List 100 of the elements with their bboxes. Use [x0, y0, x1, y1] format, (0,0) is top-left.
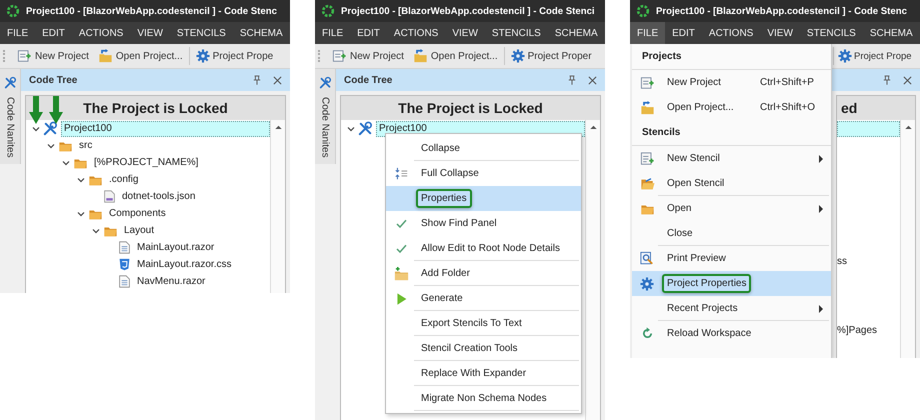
document-icon — [118, 274, 131, 289]
tree-node[interactable]: [%PROJECT_NAME%] — [91, 154, 202, 170]
menu-item[interactable]: STENCILS — [170, 22, 233, 44]
menu-item[interactable]: VIEW — [445, 22, 485, 44]
chevron-icon[interactable] — [47, 142, 55, 150]
tree-node[interactable]: .config — [106, 172, 142, 188]
menu-item[interactable]: Open — [632, 196, 831, 221]
menu-item[interactable]: Print Preview — [632, 246, 831, 271]
document-icon — [118, 240, 131, 255]
scroll-up-icon[interactable] — [590, 125, 596, 129]
toolbar-button[interactable]: New Project — [14, 47, 92, 65]
menu-item[interactable]: EDIT — [350, 22, 387, 44]
scrollbar[interactable] — [585, 120, 600, 420]
menu-section-header: Stencils — [632, 120, 831, 146]
pin-icon[interactable] — [253, 75, 261, 85]
new-document-icon — [17, 49, 32, 63]
scroll-up-icon[interactable] — [904, 125, 912, 129]
css-file-icon — [118, 257, 131, 272]
add-folder-icon — [394, 266, 408, 281]
menu-item[interactable]: FILE — [315, 22, 350, 44]
menu-item[interactable]: Show Find Panel — [386, 211, 581, 236]
locked-banner: ed — [837, 96, 915, 120]
menu-item[interactable]: Properties — [386, 186, 581, 211]
chevron-icon[interactable] — [32, 124, 40, 132]
menu-item[interactable]: ACTIONS — [72, 22, 130, 44]
chevron-icon[interactable] — [92, 226, 100, 234]
refresh-icon — [640, 327, 654, 340]
collapse-all-icon — [394, 167, 408, 180]
tree-node[interactable]: MainLayout.razor — [134, 240, 218, 256]
menu-item[interactable]: ACTIONS — [386, 22, 446, 44]
open-folder-icon — [640, 100, 654, 114]
tree-node[interactable]: dotnet-tools.json — [119, 188, 198, 204]
toolbar-button[interactable]: Open Project... — [410, 47, 501, 65]
toolbar-button[interactable]: Open Project... — [94, 47, 186, 65]
toolbar-button[interactable]: Project Prope — [192, 47, 276, 65]
tree-node[interactable]: Components — [106, 206, 169, 222]
menu-item[interactable]: FILE — [630, 22, 666, 44]
locked-banner: The Project is Locked — [341, 96, 600, 120]
menu-item[interactable]: Collapse — [386, 136, 581, 161]
tree-node[interactable]: Project100 — [61, 120, 270, 136]
menu-item[interactable]: Replace With Expander — [386, 361, 581, 386]
new-document-icon — [640, 152, 654, 166]
app-logo-icon — [321, 4, 335, 18]
menu-item[interactable]: EDIT — [665, 22, 702, 44]
menu-item[interactable]: Export Stencils To Text — [386, 311, 581, 336]
open-folder-icon — [640, 176, 654, 190]
side-tab[interactable]: Code Nanites — [315, 69, 336, 164]
menu-item[interactable]: VIEW — [130, 22, 170, 44]
chevron-icon[interactable] — [77, 210, 85, 218]
close-icon[interactable] — [903, 76, 912, 84]
menu-item[interactable]: Migrate Non Schema Nodes — [386, 386, 581, 411]
menu-item[interactable]: SCHEMA — [232, 22, 290, 44]
menu-item[interactable]: Recent Projects — [632, 296, 831, 321]
app-logo-icon — [636, 4, 650, 18]
tree-node[interactable]: src — [76, 138, 96, 154]
menu-item[interactable]: Stencil Creation Tools — [386, 336, 581, 361]
close-icon[interactable] — [273, 76, 282, 84]
new-document-icon — [640, 76, 654, 90]
menu-item[interactable]: VIEW — [760, 22, 800, 44]
menu-item[interactable]: Allow Edit to Root Node Details — [386, 236, 581, 261]
pin-icon[interactable] — [568, 75, 576, 85]
menu-item[interactable]: Generate — [386, 286, 581, 311]
menu-item[interactable]: SCHEMA — [548, 22, 605, 44]
toolbar-button[interactable]: Project Proper — [508, 47, 595, 65]
menu-item[interactable]: ACTIONS — [702, 22, 760, 44]
scroll-up-icon[interactable] — [274, 125, 282, 129]
new-document-icon — [332, 49, 347, 63]
toolbar-button[interactable]: Project Prope — [837, 47, 913, 65]
menu-item[interactable]: New Stencil — [632, 146, 831, 171]
settings-icon — [838, 49, 852, 63]
tree-node[interactable]: %]Pages — [837, 322, 900, 339]
tree-node[interactable]: MainLayout.razor.css — [134, 256, 234, 272]
menu-item[interactable]: FILE — [0, 22, 36, 44]
menu-item[interactable]: Project Properties — [632, 271, 831, 296]
menu-item[interactable]: Reload Workspace — [632, 321, 831, 346]
menu-item[interactable]: Add Folder — [386, 261, 581, 286]
chevron-icon[interactable] — [62, 158, 70, 166]
menu-item[interactable]: Open Stencil — [632, 171, 831, 196]
tree-node[interactable]: ss — [837, 253, 900, 270]
panel-title: Code Tree — [344, 74, 394, 86]
menu-item[interactable]: EDIT — [35, 22, 72, 44]
menu-item[interactable]: STENCILS — [484, 22, 548, 44]
pin-icon[interactable] — [883, 75, 891, 85]
toolbar-button[interactable]: New Project — [329, 47, 407, 65]
chevron-icon[interactable] — [347, 124, 355, 132]
tree-node[interactable]: NavMenu.razor — [134, 274, 208, 290]
file-icon — [103, 189, 116, 204]
menu-item[interactable]: New Project Ctrl+Shift+P — [632, 70, 831, 95]
menu-item[interactable]: Close — [632, 221, 831, 246]
menu-item[interactable]: SCHEMA — [862, 22, 920, 44]
menu-item[interactable]: STENCILS — [800, 22, 863, 44]
chevron-icon[interactable] — [77, 176, 85, 184]
print-preview-icon — [640, 251, 654, 266]
tree-node[interactable]: Layout — [121, 222, 158, 238]
menu-item[interactable]: Full Collapse — [386, 161, 581, 186]
app-logo-icon — [6, 4, 20, 18]
side-tab[interactable]: Code Nanites — [0, 69, 21, 164]
menu-item[interactable]: Open Project... Ctrl+Shift+O — [632, 95, 831, 120]
close-icon[interactable] — [588, 76, 597, 84]
tools-icon — [358, 121, 373, 136]
